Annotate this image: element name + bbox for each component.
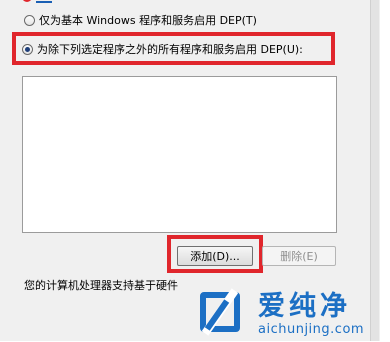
radio-all-except[interactable] [22,43,33,55]
hardware-dep-status: 您的计算机处理器支持基于硬件 [24,279,178,292]
brand-logo-icon [196,288,250,340]
add-button[interactable]: 添加(D)... [177,246,253,266]
partial-header-icon [22,0,52,4]
option-essential-only-label: 仅为基本 Windows 程序和服务启用 DEP(T) [39,14,257,27]
option-all-except[interactable]: 为除下列选定程序之外的所有程序和服务启用 DEP(U): [22,41,303,57]
red-dot-icon [22,0,32,2]
option-essential-only[interactable]: 仅为基本 Windows 程序和服务启用 DEP(T) [24,12,257,28]
link-underline [36,1,52,3]
program-exception-list[interactable] [22,76,337,233]
watermark-name: 爱纯净 [258,291,351,322]
remove-button[interactable]: 删除(E) [262,246,336,266]
watermark-url: aichunjing.com [258,322,365,337]
radio-essential-only[interactable] [24,14,35,26]
option-all-except-label: 为除下列选定程序之外的所有程序和服务启用 DEP(U): [37,43,303,56]
site-watermark: 爱纯净 aichunjing.com [196,282,382,342]
